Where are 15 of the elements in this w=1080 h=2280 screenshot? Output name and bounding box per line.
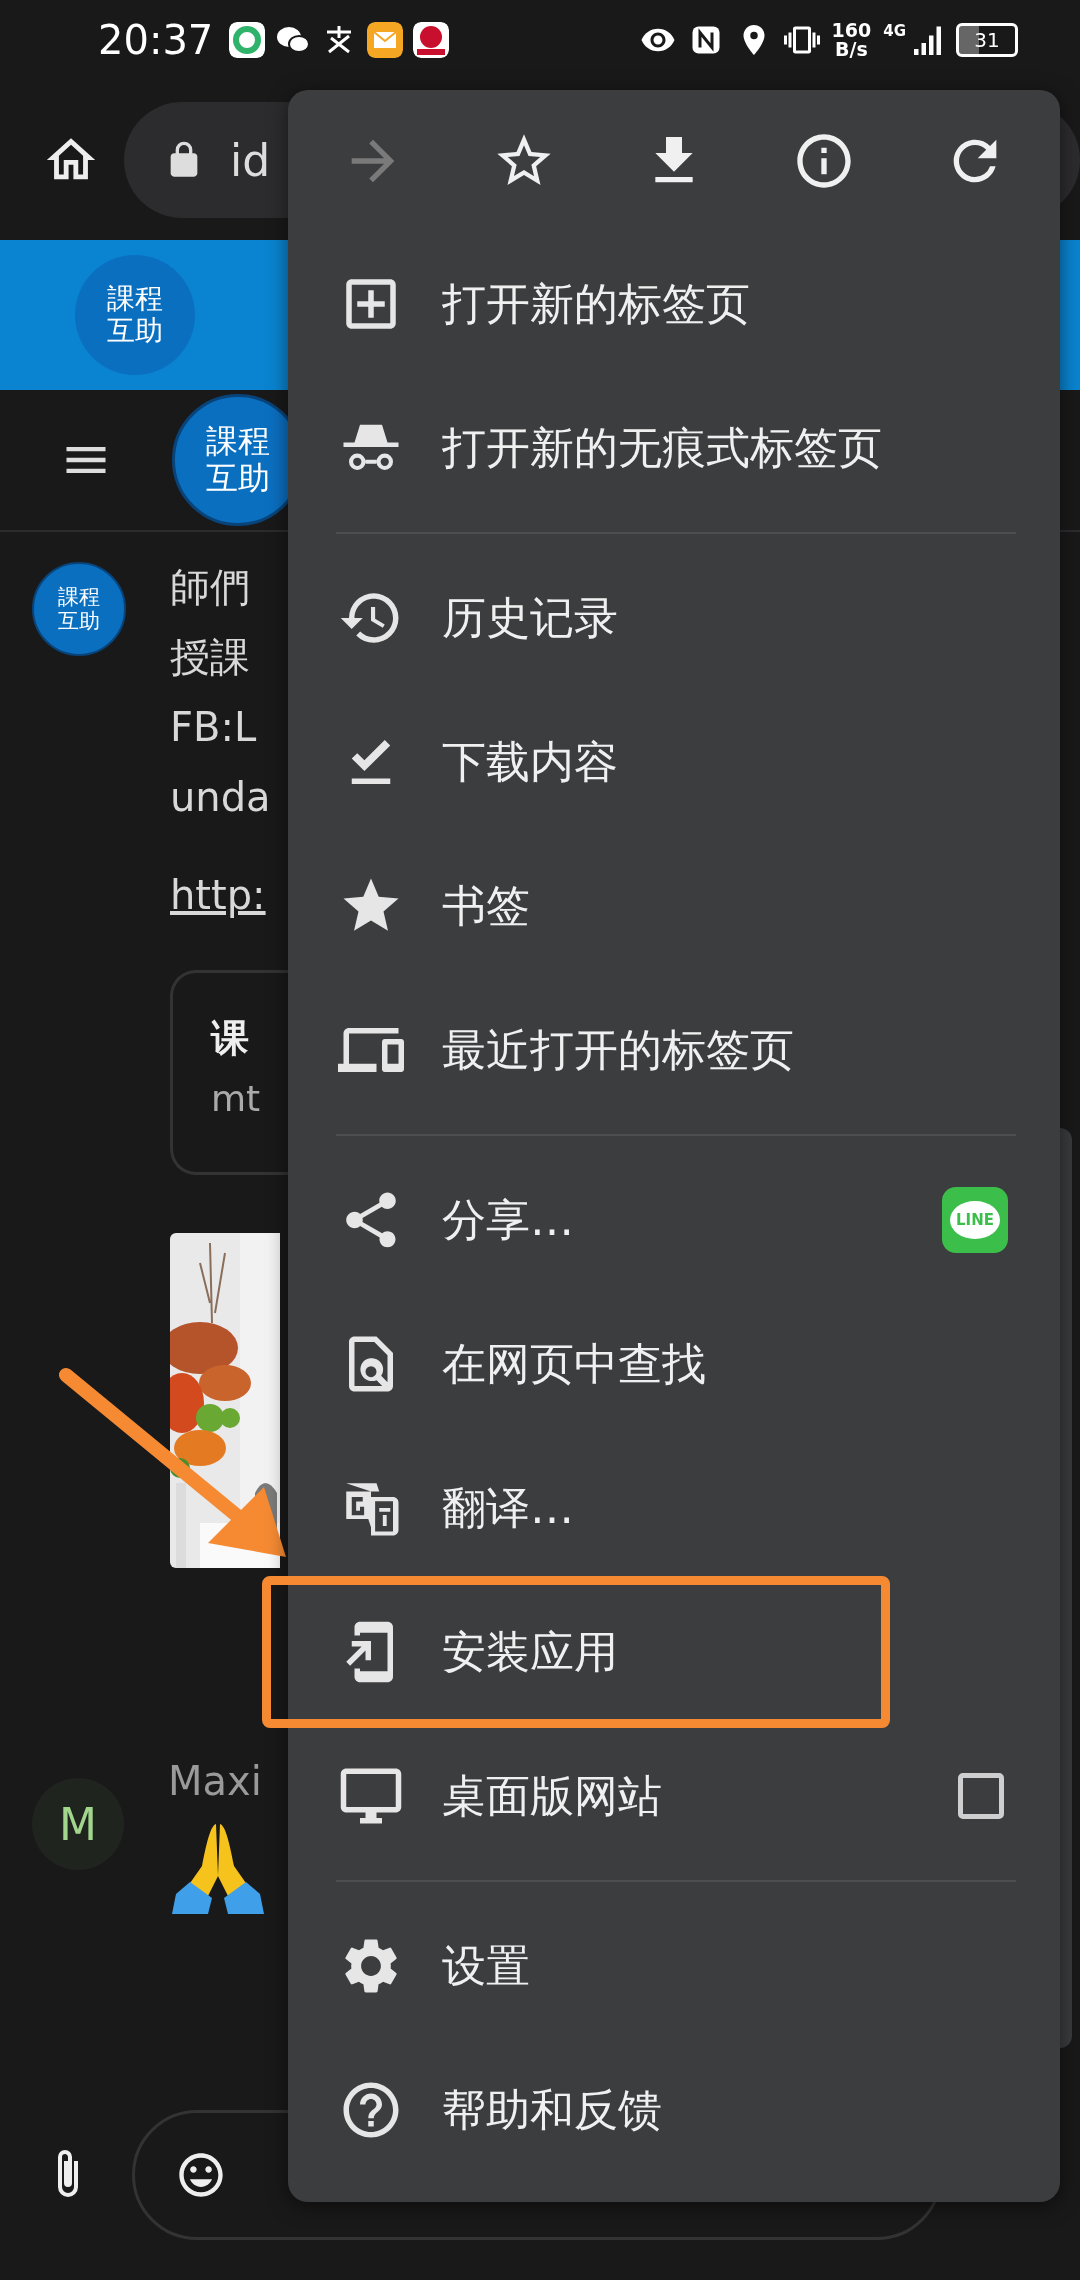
network-speed: 160	[831, 21, 872, 40]
preview-title: 课	[211, 1015, 250, 1062]
sender-avatar: 課程 互助	[32, 562, 126, 656]
site-logo: 課程 互助	[75, 255, 195, 375]
sender-name: Maxi	[168, 1758, 263, 1804]
battery-indicator: 31	[956, 23, 1018, 57]
message-text: 師們	[170, 563, 251, 612]
message-text: FB:L	[170, 703, 258, 752]
user-avatar: M	[32, 1778, 124, 1870]
network-speed-unit: B/s	[835, 40, 868, 59]
message-text: unda	[170, 773, 272, 822]
message-text: 授課	[170, 633, 251, 682]
clock: 20:37	[98, 17, 214, 63]
preview-url: mt	[211, 1078, 262, 1119]
network-type: 4G	[883, 22, 906, 40]
